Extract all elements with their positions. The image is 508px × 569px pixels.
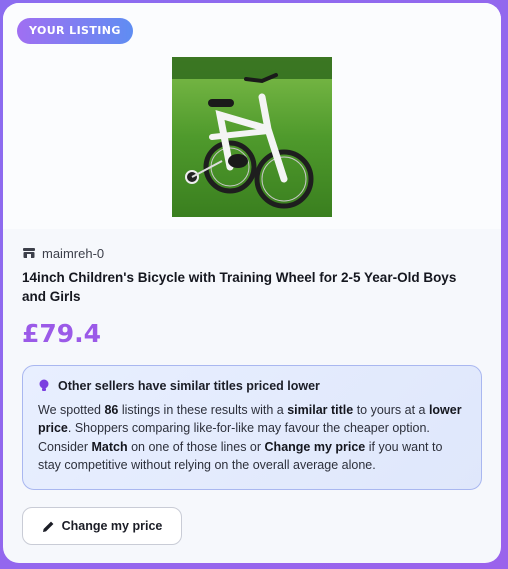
listing-price: £79.4	[22, 319, 102, 348]
pencil-icon	[42, 521, 54, 532]
your-listing-badge: YOUR LISTING	[17, 18, 133, 44]
store-icon	[23, 248, 35, 258]
seller-row: maimreh-0	[22, 244, 104, 262]
listing-count: 86	[104, 403, 119, 417]
lightbulb-icon	[39, 379, 49, 391]
change-price-button[interactable]: Change my price	[22, 507, 182, 545]
similar-title-term: similar title	[287, 403, 354, 417]
notice-heading: Other sellers have similar titles priced…	[58, 379, 320, 393]
match-term: Match	[91, 439, 128, 454]
listing-image-area: YOUR LISTING	[3, 3, 501, 229]
change-price-label: Change my price	[61, 519, 163, 533]
price-notice: Other sellers have similar titles priced…	[22, 365, 482, 490]
seller-name[interactable]: maimreh-0	[42, 246, 104, 261]
notice-body: We spotted 86 listings in these results …	[38, 403, 462, 472]
bicycle-photo	[172, 57, 332, 217]
listing-title[interactable]: 14inch Children's Bicycle with Training …	[22, 268, 482, 306]
change-price-term: Change my price	[264, 439, 366, 454]
notice-header: Other sellers have similar titles priced…	[38, 379, 466, 393]
listing-card: YOUR LISTING maimreh-0 14inch Children's…	[3, 3, 501, 563]
